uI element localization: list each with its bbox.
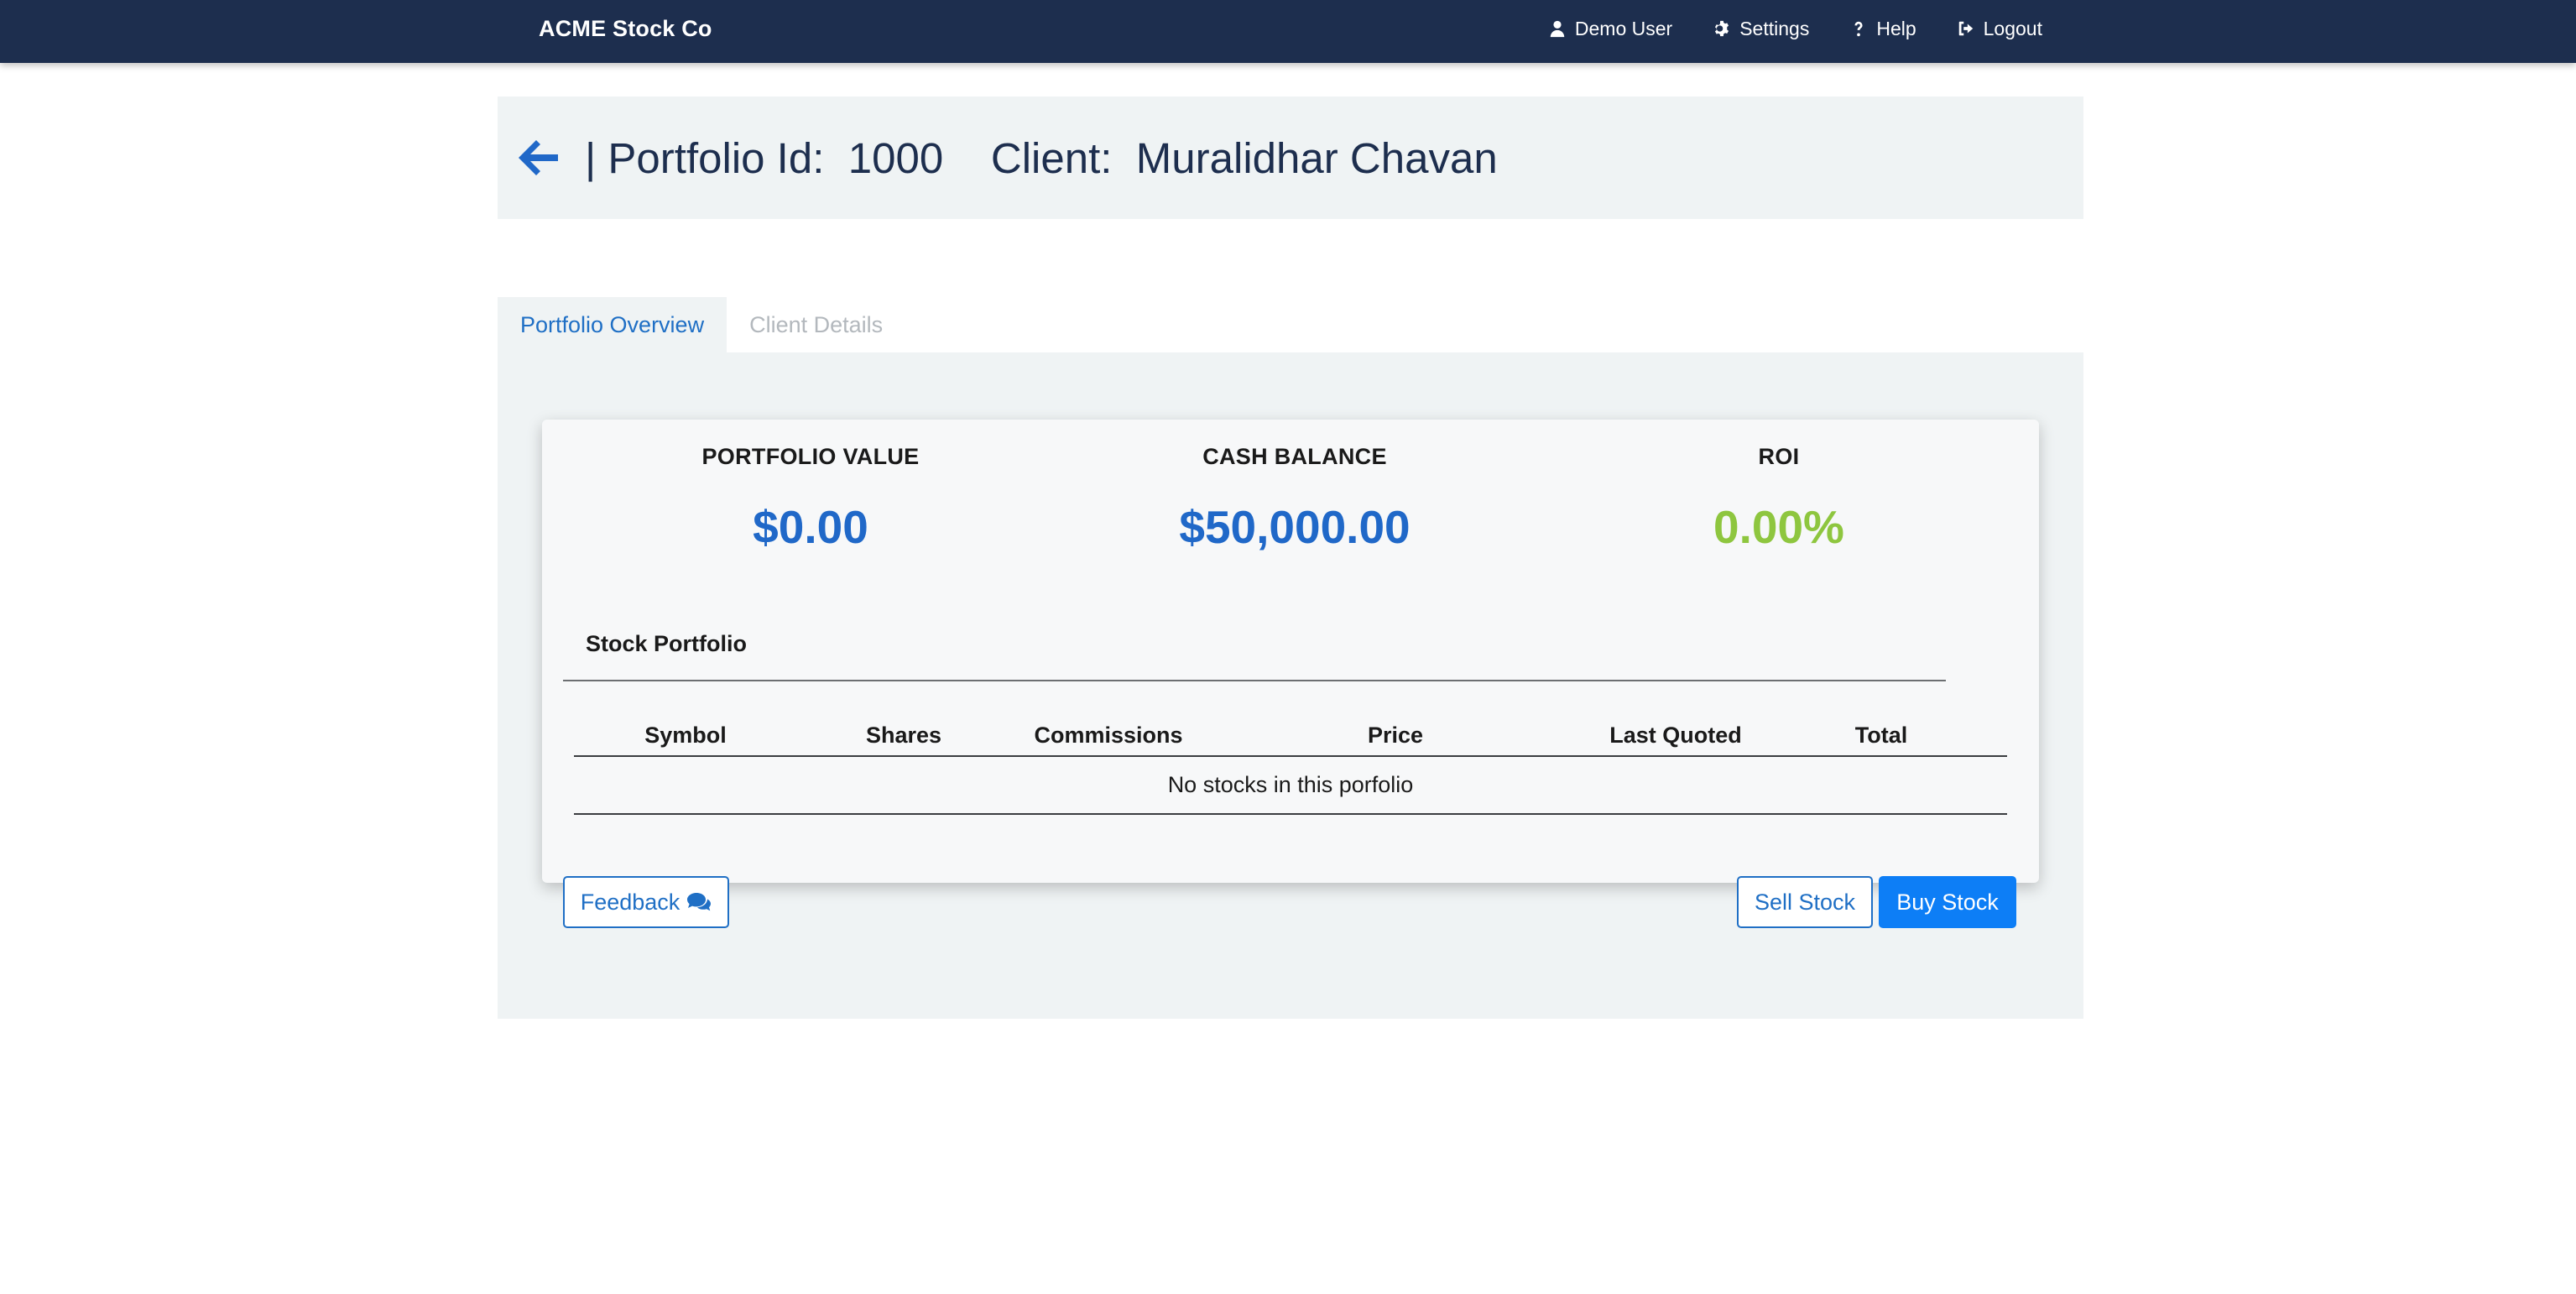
portfolio-card: PORTFOLIO VALUE $0.00 CASH BALANCE $50,0… [542, 420, 2039, 928]
brand-logo-text[interactable]: ACME Stock Co [539, 0, 712, 57]
table-bottom-divider [574, 813, 2007, 815]
portfolio-id-value: 1000 [847, 133, 944, 182]
cash-balance-label: CASH BALANCE [1202, 444, 1387, 469]
nav-item-help[interactable]: Help [1849, 18, 1916, 40]
comments-icon [687, 893, 712, 911]
feedback-button[interactable]: Feedback [563, 876, 729, 928]
nav-item-settings[interactable]: Settings [1713, 18, 1809, 40]
stock-portfolio-title: Stock Portfolio [586, 631, 748, 656]
gear-icon [1715, 20, 1729, 37]
nav-item-label: Settings [1739, 17, 1810, 39]
navbar-menu: Demo User Settings Help Logout [1548, 0, 2042, 57]
roi-value: 0.00% [1713, 501, 1844, 553]
column-header-commissions[interactable]: Commissions [1034, 723, 1182, 749]
stock-table-header: Symbol Shares Commissions Price Last Quo… [574, 709, 2007, 758]
buy-stock-button[interactable]: Buy Stock [1879, 876, 2016, 928]
client-label: Client: [990, 133, 1113, 182]
tab-portfolio-overview[interactable]: Portfolio Overview [498, 297, 727, 352]
back-button[interactable] [518, 137, 560, 179]
nav-item-label: Logout [1983, 17, 2042, 39]
nav-item-logout[interactable]: Logout [1957, 18, 2042, 40]
column-header-total[interactable]: Total [1855, 723, 1908, 749]
portfolio-header: | Portfolio Id: 1000 Client: Muralidhar … [498, 97, 2083, 219]
page-title: | Portfolio Id: 1000 Client: Muralidhar … [585, 133, 1498, 183]
column-header-price[interactable]: Price [1368, 723, 1423, 749]
nav-item-demo-user[interactable]: Demo User [1548, 18, 1672, 40]
column-header-symbol[interactable]: Symbol [644, 723, 727, 749]
arrow-left-icon [519, 140, 558, 175]
user-icon [1550, 20, 1565, 38]
empty-table-message: No stocks in this porfolio [1167, 772, 1414, 797]
logout-icon [1958, 21, 1973, 36]
nav-item-label: Demo User [1574, 17, 1673, 39]
sell-stock-button[interactable]: Sell Stock [1737, 876, 1873, 928]
tab-content: PORTFOLIO VALUE $0.00 CASH BALANCE $50,0… [498, 352, 2083, 1019]
portfolio-id-label: | Portfolio Id: [585, 133, 825, 182]
nav-item-label: Help [1876, 17, 1916, 39]
tab-client-details[interactable]: Client Details [727, 297, 905, 352]
column-header-shares[interactable]: Shares [866, 723, 941, 749]
tab-bar: Portfolio Overview Client Details [498, 297, 905, 352]
portfolio-value-amount: $0.00 [753, 501, 868, 553]
cash-balance-amount: $50,000.00 [1179, 501, 1411, 553]
feedback-button-label: Feedback [580, 890, 681, 915]
question-icon [1854, 21, 1863, 37]
client-name: Muralidhar Chavan [1135, 133, 1498, 182]
portfolio-value-label: PORTFOLIO VALUE [701, 444, 920, 469]
roi-label: ROI [1758, 444, 1800, 469]
top-navbar: ACME Stock Co Demo User Settings Help Lo… [0, 0, 2576, 63]
section-divider [563, 680, 1946, 681]
column-header-last-quoted[interactable]: Last Quoted [1609, 723, 1742, 749]
